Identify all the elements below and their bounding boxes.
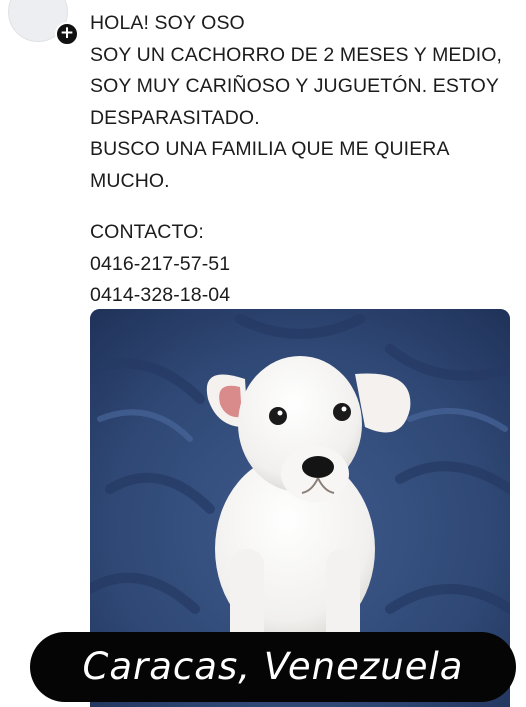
post-text-line: SOY MUY CARIÑOSO Y JUGUETÓN. ESTOY [90,75,500,97]
contact-phone-2[interactable]: 0414-328-18-04 [90,280,520,312]
post-page: + HOLA! SOY OSO SOY UN CACHORRO DE 2 MES… [0,0,526,707]
contact-phone-1[interactable]: 0416-217-57-51 [90,249,520,281]
plus-icon[interactable]: + [55,22,79,46]
post-body: HOLA! SOY OSO SOY UN CACHORRO DE 2 MESES… [90,8,520,312]
location-caption: Caracas, Venezuela [30,632,516,702]
contact-label: CONTACTO: [90,221,204,243]
post-text-line: HOLA! SOY OSO [90,12,245,34]
post-text-line: BUSCO UNA FAMILIA QUE ME QUIERA [90,138,450,160]
post-text-line: DESPARASITADO. [90,106,260,129]
post-text-line: MUCHO. [90,169,170,192]
post-text-line: SOY UN CACHORRO DE 2 MESES Y MEDIO, [90,43,503,66]
